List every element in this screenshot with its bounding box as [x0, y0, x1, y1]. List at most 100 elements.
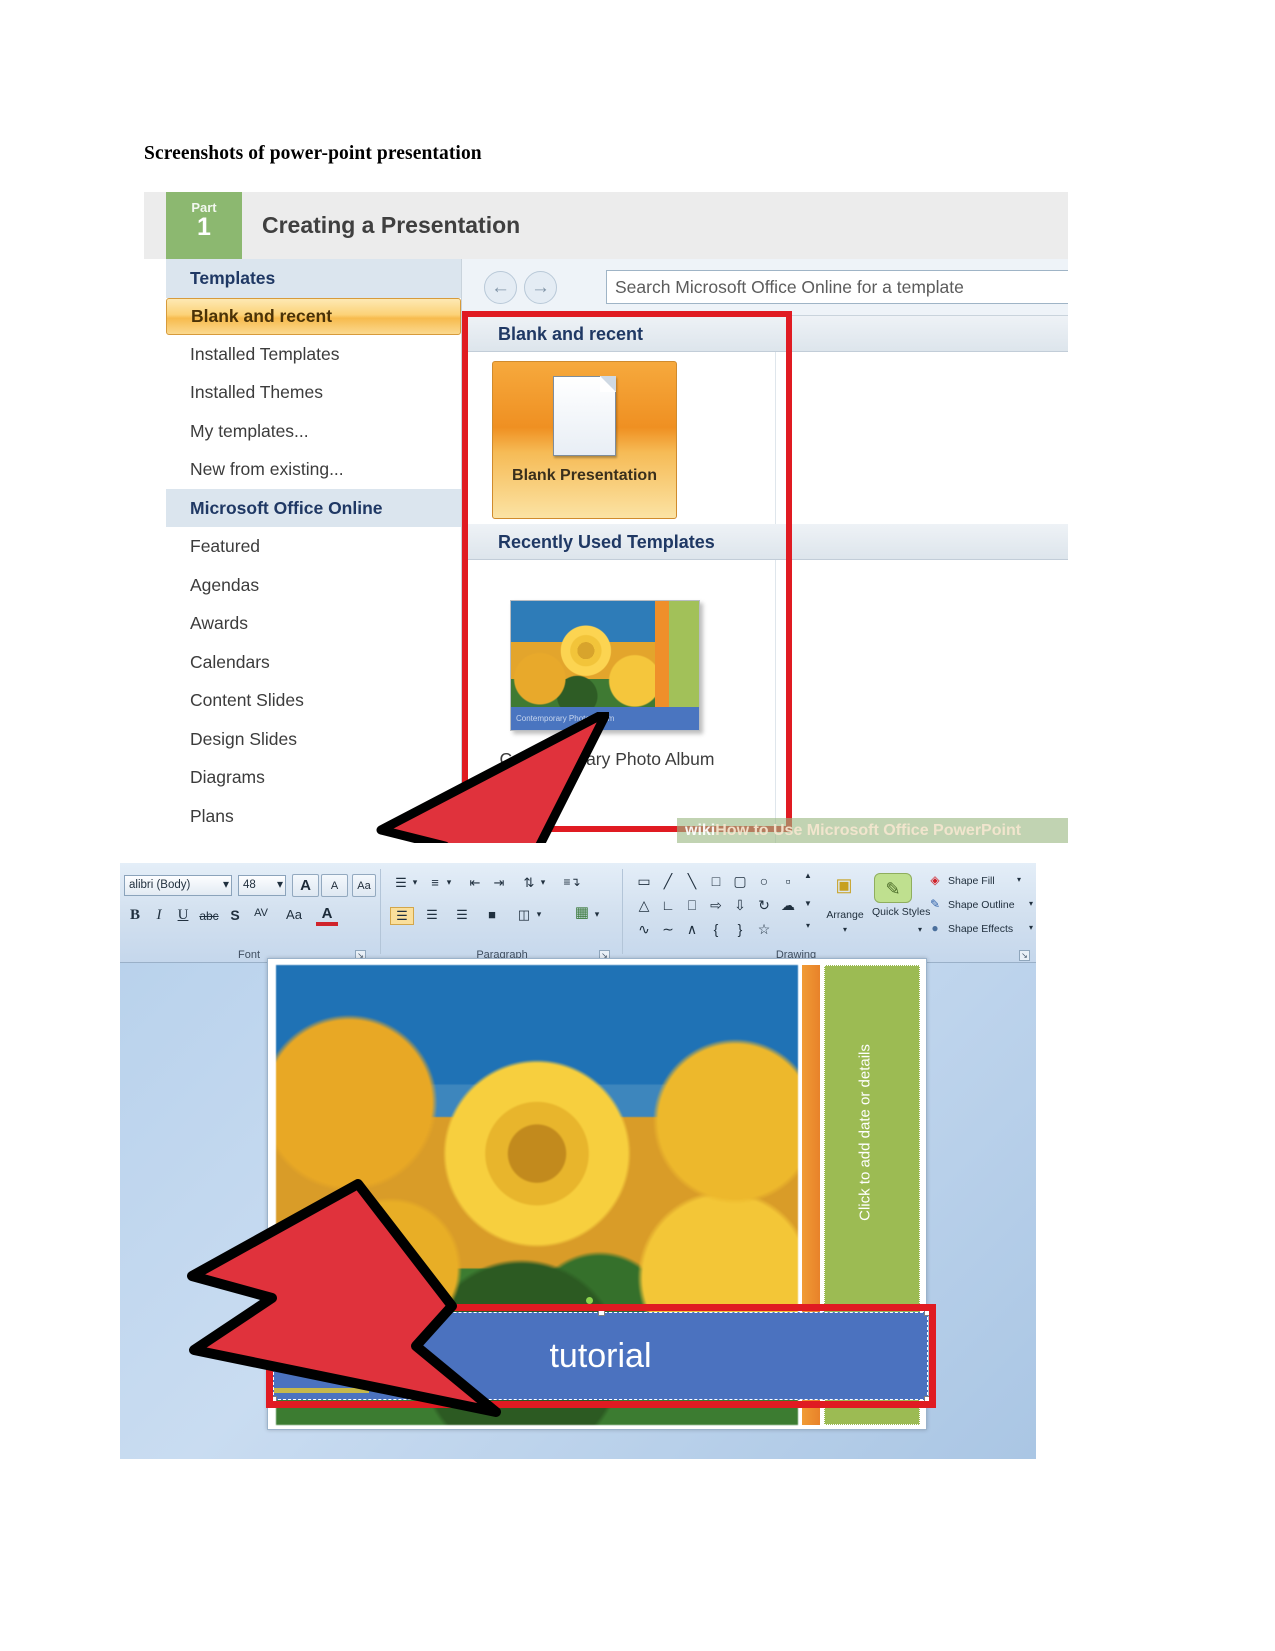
part-number: 1: [197, 213, 211, 241]
line-spacing-dropdown-icon[interactable]: ▾: [538, 877, 548, 888]
increase-indent-button[interactable]: ⇥: [488, 875, 510, 891]
font-name-dropdown-icon[interactable]: ▾: [220, 877, 232, 891]
arrow-left-icon[interactable]: ←: [484, 271, 517, 304]
shape-effects-label[interactable]: Shape Effects: [948, 923, 1013, 935]
shape-arc-icon[interactable]: ↻: [754, 897, 774, 914]
quick-styles-label: Quick Styles: [872, 906, 931, 918]
arrange-icon[interactable]: ▣: [824, 875, 864, 896]
sidebar-item-calendars[interactable]: Calendars: [166, 643, 461, 682]
font-name-combo[interactable]: alibri (Body): [124, 875, 232, 896]
shape-freeform-icon[interactable]: ∼: [658, 921, 678, 938]
sidebar-item-featured[interactable]: Featured: [166, 527, 461, 566]
shape-square-icon[interactable]: □: [706, 873, 726, 889]
numbering-dropdown-icon[interactable]: ▾: [444, 877, 454, 888]
search-toolbar: ← → Search Microsoft Office Online for a…: [462, 259, 1068, 316]
drawing-dialog-launcher[interactable]: ↘: [1019, 950, 1030, 961]
line-spacing-button[interactable]: ⇅: [518, 875, 540, 891]
ribbon: alibri (Body) ▾ 48 ▾ A A Aa B I U abc S …: [120, 863, 1036, 963]
columns-button[interactable]: ◫: [512, 907, 536, 923]
shape-right-arrow-icon[interactable]: ⇨: [706, 897, 726, 914]
shape-line-icon[interactable]: ╱: [658, 873, 678, 890]
ribbon-group-drawing: ▭ ╱ ╲ □ ▢ ○ ▫ ▲ △ ∟ ⎕ ⇨ ⇩ ↻ ☁ ▼ ∿ ∼ ∧ { …: [626, 863, 1036, 963]
bullets-dropdown-icon[interactable]: ▾: [410, 877, 420, 888]
shape-step-icon[interactable]: ⎕: [682, 897, 702, 914]
text-direction-button[interactable]: ≡↴: [560, 875, 584, 889]
shape-curve-icon[interactable]: ∿: [634, 921, 654, 938]
strikethrough-button[interactable]: abc: [196, 909, 222, 923]
ribbon-group-paragraph: ☰ ▾ ≡ ▾ ⇤ ⇥ ⇅ ▾ ≡↴ ☰ ☰ ☰ ■ ◫ ▾ ▦ ▾ Parag…: [384, 863, 620, 963]
slide-canvas: Click to add date or details tutorial: [120, 958, 1036, 1459]
search-input[interactable]: Search Microsoft Office Online for a tem…: [606, 270, 1068, 304]
sidebar-item-new-from-existing[interactable]: New from existing...: [166, 450, 461, 489]
ribbon-divider-2: [622, 869, 623, 954]
ribbon-divider-1: [380, 869, 381, 954]
sidebar-header-microsoft-office-online: Microsoft Office Online: [166, 488, 461, 527]
sidebar-item-agendas[interactable]: Agendas: [166, 566, 461, 605]
shape-brace-right-icon[interactable]: }: [730, 921, 750, 937]
shape-star-icon[interactable]: ☆: [754, 921, 774, 938]
shape-fill-icon[interactable]: ◈: [926, 873, 944, 887]
numbering-button[interactable]: ≡: [424, 875, 446, 890]
shape-rectangle-icon[interactable]: ▭: [634, 873, 654, 890]
shape-rounded-icon[interactable]: ▢: [730, 873, 750, 890]
sidebar-item-installed-themes[interactable]: Installed Themes: [166, 373, 461, 412]
wikihow-watermark: wikiHow to Use Microsoft Office PowerPoi…: [677, 818, 1068, 843]
clear-formatting-button[interactable]: Aa: [352, 874, 376, 897]
shape-cloud-icon[interactable]: ☁: [778, 897, 798, 914]
shape-arrow-icon[interactable]: ╲: [682, 873, 702, 890]
shape-oval-icon[interactable]: ○: [754, 873, 774, 889]
align-left-button[interactable]: ☰: [390, 907, 414, 925]
ribbon-group-font: alibri (Body) ▾ 48 ▾ A A Aa B I U abc S …: [120, 863, 378, 963]
quick-styles-dropdown-icon[interactable]: ▾: [914, 925, 926, 934]
character-spacing-button[interactable]: AV: [248, 907, 274, 919]
shape-fill-label[interactable]: Shape Fill: [948, 875, 995, 887]
sidebar-item-my-templates[interactable]: My templates...: [166, 412, 461, 451]
shape-effects-dropdown-icon[interactable]: ▾: [1026, 923, 1036, 932]
shape-triangle-icon[interactable]: △: [634, 897, 654, 914]
arrow-right-icon[interactable]: →: [524, 271, 557, 304]
smartart-dropdown-icon[interactable]: ▾: [592, 909, 602, 920]
arrange-dropdown-icon[interactable]: ▾: [832, 925, 858, 934]
quick-styles-icon[interactable]: ✎: [874, 873, 912, 903]
wikihow-part-header: Part 1 Creating a Presentation: [144, 192, 1068, 259]
shapes-more-icon[interactable]: ▾: [802, 921, 814, 930]
sidebar-header-templates: Templates: [166, 259, 461, 298]
annotation-arrow: [376, 712, 609, 843]
columns-dropdown-icon[interactable]: ▾: [534, 909, 544, 920]
align-center-button[interactable]: ☰: [420, 907, 444, 923]
text-shadow-button[interactable]: S: [226, 907, 244, 923]
align-right-button[interactable]: ☰: [450, 907, 474, 923]
shape-corner-icon[interactable]: ∟: [658, 897, 678, 913]
font-color-button[interactable]: A: [316, 905, 338, 926]
bold-button[interactable]: B: [126, 907, 144, 924]
watermark-how: How to Use Microsoft Office PowerPoint: [715, 822, 1022, 839]
shape-effects-icon[interactable]: ●: [926, 921, 944, 935]
shape-angle-icon[interactable]: ∧: [682, 921, 702, 938]
bullets-button[interactable]: ☰: [390, 875, 412, 891]
shapes-scroll-down-icon[interactable]: ▼: [802, 899, 814, 908]
sidebar-item-blank-and-recent[interactable]: Blank and recent: [166, 297, 461, 335]
shrink-font-button[interactable]: A: [321, 874, 348, 897]
date-placeholder-text: Click to add date or details: [856, 1044, 874, 1221]
change-case-button[interactable]: Aa: [282, 907, 306, 922]
shape-brace-left-icon[interactable]: {: [706, 921, 726, 937]
shape-outline-label[interactable]: Shape Outline: [948, 899, 1015, 911]
shape-outline-dropdown-icon[interactable]: ▾: [1026, 899, 1036, 908]
sidebar-item-awards[interactable]: Awards: [166, 604, 461, 643]
shapes-scroll-up-icon[interactable]: ▲: [802, 871, 814, 880]
font-size-dropdown-icon[interactable]: ▾: [274, 877, 286, 891]
underline-button[interactable]: U: [174, 907, 192, 924]
italic-button[interactable]: I: [150, 907, 168, 924]
part-title: Creating a Presentation: [262, 212, 521, 238]
convert-to-smartart-button[interactable]: ▦: [570, 903, 594, 921]
shape-down-arrow-icon[interactable]: ⇩: [730, 897, 750, 914]
arrange-label: Arrange: [826, 909, 864, 921]
sidebar-item-installed-templates[interactable]: Installed Templates: [166, 335, 461, 374]
shape-textbox-icon[interactable]: ▫: [778, 873, 798, 889]
figure-slide-editor: alibri (Body) ▾ 48 ▾ A A Aa B I U abc S …: [120, 863, 1036, 1459]
decrease-indent-button[interactable]: ⇤: [464, 875, 486, 891]
shape-fill-dropdown-icon[interactable]: ▾: [1014, 875, 1024, 884]
grow-font-button[interactable]: A: [292, 874, 319, 897]
justify-button[interactable]: ■: [480, 907, 504, 922]
shape-outline-icon[interactable]: ✎: [926, 897, 944, 911]
